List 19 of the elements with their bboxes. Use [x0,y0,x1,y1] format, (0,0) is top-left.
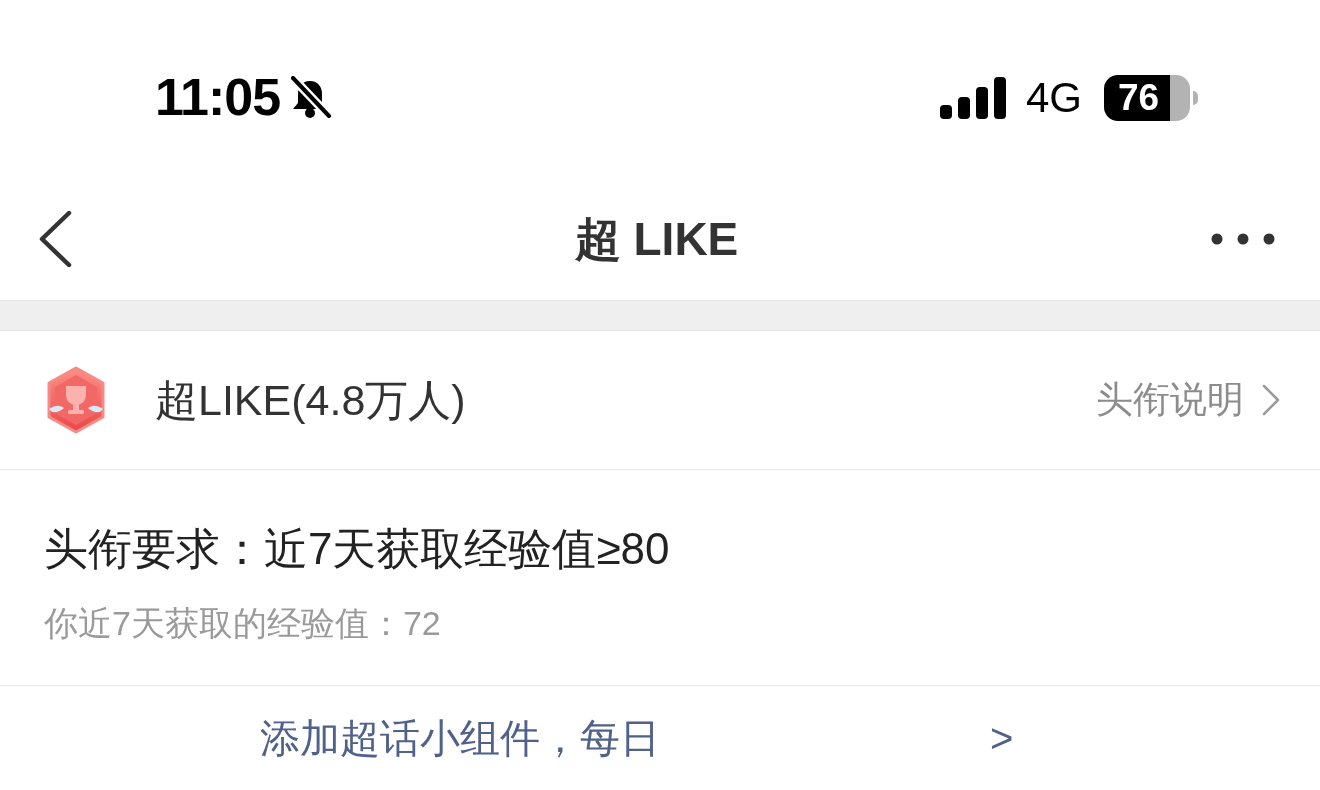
back-button[interactable] [38,211,72,267]
chevron-right-icon [1262,384,1280,416]
more-dots-icon [1211,233,1275,245]
clock-time: 11:05 [155,70,281,125]
more-button[interactable] [1211,233,1275,245]
page-title: 超 LIKE [574,211,739,267]
network-type: 4G [1025,73,1082,123]
bell-slash-icon [288,75,333,120]
trophy-badge-icon [45,366,107,434]
title-name: 超LIKE(4.8万人) [155,374,466,426]
battery-percent: 76 [1118,75,1160,120]
requirement-text: 头衔要求：近7天获取经验值≥80 [44,523,671,575]
battery-icon [1104,74,1198,121]
signal-bars-icon [939,76,1006,119]
add-widget-link[interactable]: 添加超话小组件，每日 [260,707,660,768]
current-experience-text: 你近7天获取的经验值：72 [44,603,442,643]
back-chevron-icon [38,211,72,267]
arrow-link[interactable]: > [990,707,1014,768]
title-info-link[interactable]: 头衔说明 [1096,372,1280,428]
